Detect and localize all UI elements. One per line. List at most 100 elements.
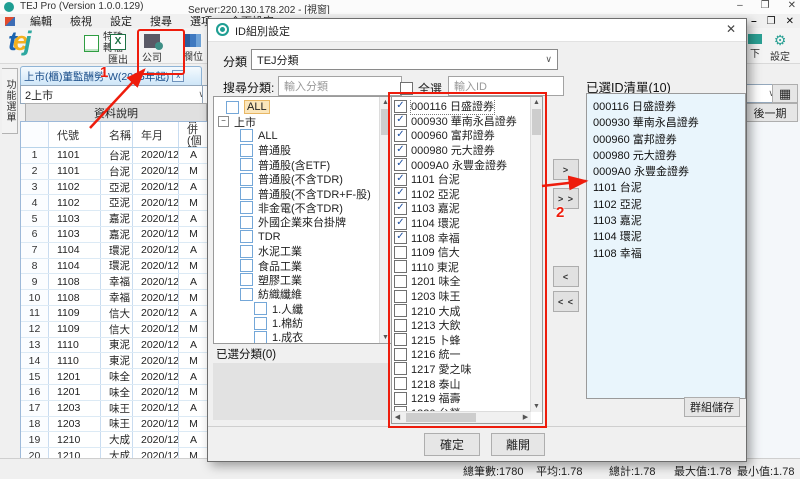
table-row[interactable]: 19 1210 大成 2020/12 A [21, 432, 211, 449]
tree-item[interactable]: − 上市 [214, 114, 380, 129]
table-row[interactable]: 16 1201 味全 2020/12 M [21, 384, 211, 401]
tree-collapse-icon[interactable]: − [218, 116, 229, 128]
minimize-icon[interactable]: – [737, 0, 743, 11]
move-right-button[interactable]: > [553, 159, 579, 180]
id-checkbox-list[interactable]: ✓ 000116 日盛證券 ✓ 000930 華南永昌證券 ✓ 000960 富邦證券 ✓ 0… [391, 96, 543, 424]
id-list-item[interactable]: 1217 愛之味 [394, 362, 530, 377]
table-row[interactable]: 18 1203 味王 2020/12 M [21, 416, 211, 433]
table-row[interactable]: 6 1103 嘉泥 2020/12 M [21, 226, 211, 243]
tree-item[interactable]: 外國企業來台掛牌 [214, 215, 380, 229]
tree-item[interactable]: TDR [214, 230, 380, 244]
checkbox-icon[interactable] [240, 129, 253, 143]
next-period-button[interactable]: 後一期 [742, 103, 798, 122]
id-list-item[interactable]: 1210 大成 [394, 303, 530, 318]
menu-item[interactable]: 搜尋 [141, 16, 181, 28]
checkbox-icon[interactable] [254, 330, 267, 343]
selected-id-item[interactable]: 000116 日盛證券 [593, 98, 745, 114]
tree-item[interactable]: 塑膠工業 [214, 273, 380, 287]
checkbox-icon[interactable] [394, 304, 407, 318]
checkbox-icon[interactable] [394, 260, 407, 274]
table-row[interactable]: 3 1102 亞泥 2020/12 A [21, 179, 211, 196]
search-category-input[interactable]: 輸入分類 [278, 76, 402, 96]
idlist-hscrollbar[interactable]: ◀ ▶ [392, 411, 531, 423]
settings-button[interactable]: ⚙ 設定 [770, 33, 790, 63]
checkbox-icon[interactable]: ✓ [394, 172, 407, 186]
table-row[interactable]: 7 1104 環泥 2020/12 A [21, 242, 211, 259]
checkbox-icon[interactable] [394, 333, 407, 347]
scrollbar-thumb[interactable] [406, 413, 476, 422]
exit-button[interactable]: 離開 [491, 433, 545, 456]
tree-item[interactable]: 普通股 [214, 143, 380, 157]
table-row[interactable]: 12 1109 信大 2020/12 M [21, 321, 211, 338]
checkbox-icon[interactable]: ✓ [394, 128, 407, 142]
selected-id-item[interactable]: 000980 元大證券 [593, 147, 745, 163]
tab-close-icon[interactable]: x [172, 70, 185, 82]
scroll-left-icon[interactable]: ◀ [392, 412, 403, 423]
checkbox-icon[interactable]: ✓ [394, 158, 407, 172]
checkbox-icon[interactable] [240, 187, 253, 201]
selected-id-item[interactable]: 000960 富邦證券 [593, 131, 745, 147]
checkbox-icon[interactable]: ✓ [394, 143, 407, 157]
checkbox-icon[interactable] [226, 100, 239, 114]
checkbox-icon[interactable] [240, 143, 253, 157]
table-row[interactable]: 15 1201 味全 2020/12 A [21, 369, 211, 385]
tree-item[interactable]: ALL [214, 129, 380, 143]
scroll-up-icon[interactable]: ▲ [380, 97, 391, 108]
id-list-item[interactable]: 1213 大飲 [394, 318, 530, 333]
checkbox-icon[interactable] [254, 302, 267, 316]
tree-scrollbar[interactable]: ▲ ▼ [379, 97, 391, 343]
scroll-up-icon[interactable]: ▲ [531, 97, 542, 108]
checkbox-icon[interactable] [240, 244, 253, 258]
table-row[interactable]: 14 1110 東泥 2020/12 M [21, 353, 211, 370]
select-all-checkbox[interactable]: 全選 [400, 80, 442, 97]
id-list-item[interactable]: 1218 泰山 [394, 376, 530, 391]
table-row[interactable]: 1 1101 台泥 2020/12 A [21, 148, 211, 164]
idlist-vscrollbar[interactable]: ▲ ▼ [530, 97, 542, 412]
id-list-item[interactable]: 1219 福壽 [394, 391, 530, 406]
id-list-item[interactable]: ✓ 000980 元大證券 [394, 143, 530, 158]
scrollbar-thumb[interactable] [532, 109, 541, 135]
checkbox-icon[interactable] [394, 318, 407, 332]
mdi-close-icon[interactable]: ✕ [786, 16, 794, 27]
id-list-item[interactable]: ✓ 1103 嘉泥 [394, 201, 530, 216]
selected-id-list[interactable]: 000116 日盛證券 000930 華南永昌證券 000960 富邦證券 00098… [586, 93, 746, 399]
tree-item[interactable]: 1.棉紡 [214, 316, 380, 330]
table-row[interactable]: 4 1102 亞泥 2020/12 M [21, 195, 211, 212]
table-row[interactable]: 9 1108 幸福 2020/12 A [21, 274, 211, 291]
checkbox-icon[interactable] [394, 391, 407, 405]
document-tab[interactable]: 上市(櫃)董監酬勞-W(2005年起) x [20, 66, 202, 85]
data-description-button[interactable]: 資料說明 [25, 103, 207, 122]
scroll-down-icon[interactable]: ▼ [380, 332, 391, 343]
id-list-item[interactable]: 1201 味全 [394, 274, 530, 289]
checkbox-icon[interactable] [254, 316, 267, 330]
checkbox-icon[interactable] [394, 245, 407, 259]
menu-item[interactable]: 設定 [101, 16, 141, 28]
checkbox-icon[interactable]: ✓ [394, 201, 407, 215]
id-list-item[interactable]: 1110 東泥 [394, 260, 530, 275]
table-row[interactable]: 11 1109 信大 2020/12 A [21, 305, 211, 322]
id-list-item[interactable]: ✓ 000960 富邦證券 [394, 128, 530, 143]
fields-button[interactable]: 欄位 [183, 34, 203, 63]
market-dropdown[interactable]: 2上市 ∨ [20, 85, 210, 104]
tree-item[interactable]: 食品工業 [214, 258, 380, 273]
tree-item[interactable]: 普通股(含ETF) [214, 158, 380, 172]
checkbox-icon[interactable] [240, 258, 253, 272]
scroll-down-icon[interactable]: ▼ [531, 401, 542, 412]
checkbox-icon[interactable] [394, 362, 407, 376]
table-row[interactable]: 2 1101 台泥 2020/12 M [21, 163, 211, 180]
dialog-close-icon[interactable]: ✕ [726, 22, 736, 36]
move-all-right-button[interactable]: > > [553, 188, 579, 209]
checkbox-icon[interactable] [240, 287, 253, 301]
tree-item[interactable]: 水泥工業 [214, 244, 380, 258]
move-all-left-button[interactable]: < < [553, 291, 579, 312]
mdi-minimize-icon[interactable]: – [751, 16, 757, 27]
id-list-item[interactable]: ✓ 000930 華南永昌證券 [394, 114, 530, 129]
selected-id-item[interactable]: 0009A0 永豐金證券 [593, 163, 745, 179]
selected-id-item[interactable]: 000930 華南永昌證券 [593, 114, 745, 130]
save-group-button[interactable]: 群組儲存 [684, 397, 740, 417]
checkbox-icon[interactable] [394, 377, 407, 391]
table-row[interactable]: 13 1110 東泥 2020/12 A [21, 337, 211, 354]
checkbox-icon[interactable]: ✓ [394, 231, 407, 245]
checkbox-icon[interactable]: ✓ [394, 99, 407, 113]
table-row[interactable]: 8 1104 環泥 2020/12 M [21, 258, 211, 275]
